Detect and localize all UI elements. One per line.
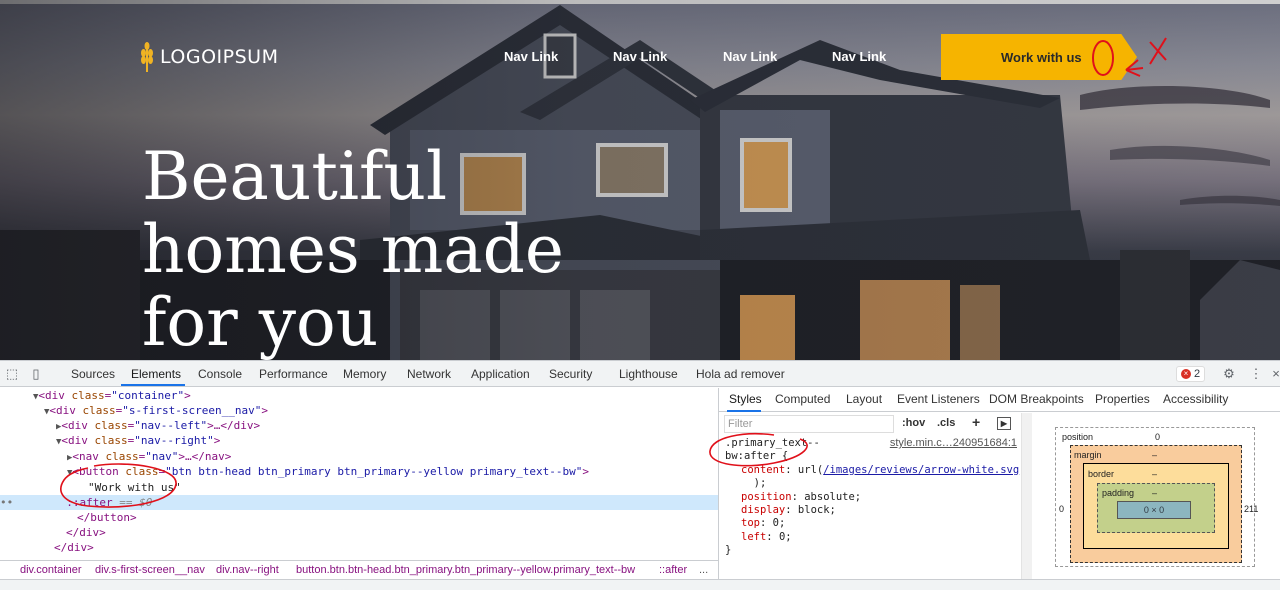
tab-event-listeners[interactable]: Event Listeners [897, 392, 980, 406]
padding-label: padding [1102, 488, 1135, 498]
tab-console[interactable]: Console [198, 367, 242, 381]
new-rule-button[interactable]: + [972, 414, 980, 430]
position-top-value[interactable]: 0 [1155, 432, 1160, 442]
nav-link-4[interactable]: Nav Link [832, 49, 886, 64]
device-toolbar-icon[interactable]: ▯ [28, 366, 44, 382]
tab-hola-ad-remover[interactable]: Hola ad remover [696, 367, 785, 381]
crumb-nav-right[interactable]: div.nav--right [216, 564, 279, 576]
breadcrumb: div.container div.s-first-screen__nav di… [0, 560, 718, 579]
margin-label: margin [1074, 450, 1102, 460]
drawer-strip [0, 579, 1280, 590]
box-model-diagram: position 0 margin – border – padding – 0… [1040, 423, 1272, 573]
dom-close-div-1[interactable]: </div> [66, 525, 106, 540]
wheat-logo-icon [141, 42, 153, 72]
inspect-element-icon[interactable]: ⬚ [4, 366, 20, 382]
dom-node-nav-left[interactable]: ▶<div class="nav--left">…</div> [56, 418, 260, 433]
crumb-after[interactable]: ::after [659, 564, 687, 576]
error-count-badge[interactable]: × 2 [1176, 366, 1206, 382]
decl-display[interactable]: display: block; [719, 504, 1021, 517]
work-with-us-label: Work with us [1001, 49, 1082, 65]
dom-close-button[interactable]: </button> [77, 510, 137, 525]
rule-close-brace: } [725, 544, 732, 557]
toggle-sidebar-icon[interactable]: ▶ [997, 417, 1011, 430]
margin-top-value[interactable]: – [1152, 450, 1157, 460]
border-label: border [1088, 469, 1115, 479]
dom-node-nav-right[interactable]: ▼<div class="nav--right"> [56, 433, 220, 448]
crumb-overflow[interactable]: ... [699, 564, 708, 576]
tab-properties[interactable]: Properties [1095, 392, 1150, 406]
tab-memory[interactable]: Memory [343, 367, 386, 381]
cls-toggle[interactable]: .cls [937, 417, 955, 429]
close-devtools-icon[interactable]: × [1268, 366, 1280, 382]
hero-section: LOGOIPSUM Nav Link Nav Link Nav Link Nav… [0, 0, 1280, 360]
hov-toggle[interactable]: :hov [902, 417, 925, 429]
active-tab-indicator [121, 384, 185, 386]
position-left-value[interactable]: 0 [1059, 504, 1064, 514]
decl-content-close: ); [741, 477, 767, 490]
decl-position[interactable]: position: absolute; [719, 491, 1021, 504]
nav-link-2[interactable]: Nav Link [613, 49, 667, 64]
devtools-panel: ⬚ ▯ Sources Elements Console Performance… [0, 360, 1280, 590]
crumb-container[interactable]: div.container [20, 564, 82, 576]
padding-top-value[interactable]: – [1152, 488, 1157, 498]
styles-tab-indicator [727, 410, 761, 412]
dom-node-container[interactable]: ▼<div class="container"> [33, 388, 191, 403]
tab-dom-breakpoints[interactable]: DOM Breakpoints [989, 392, 1084, 406]
position-right-value[interactable]: 211 [1244, 504, 1258, 514]
styles-scrollbar[interactable] [1021, 413, 1032, 579]
red-circle-annotation-2 [709, 432, 808, 467]
nav-link-3[interactable]: Nav Link [723, 49, 777, 64]
hero-headline: Beautiful homes made for you [142, 138, 564, 360]
position-label: position [1062, 432, 1094, 442]
tab-elements[interactable]: Elements [131, 367, 181, 381]
tab-accessibility[interactable]: Accessibility [1163, 392, 1228, 406]
nav-link-1[interactable]: Nav Link [504, 49, 558, 64]
red-annotation-marks [1092, 37, 1167, 77]
decl-left[interactable]: left: 0; [719, 531, 1021, 544]
crumb-button[interactable]: button.btn.btn-head.btn_primary.btn_prim… [296, 564, 635, 576]
elements-tree: ▼<div class="container"> ▼<div class="s-… [0, 388, 718, 563]
tab-sources[interactable]: Sources [71, 367, 115, 381]
logo[interactable]: LOGOIPSUM [140, 42, 278, 72]
tab-styles[interactable]: Styles [729, 392, 762, 406]
border-top-value[interactable]: – [1152, 469, 1157, 479]
tab-lighthouse[interactable]: Lighthouse [619, 367, 678, 381]
settings-gear-icon[interactable]: ⚙ [1221, 366, 1237, 382]
devtools-tabbar: ⬚ ▯ Sources Elements Console Performance… [0, 361, 1280, 387]
logo-text: LOGOIPSUM [160, 46, 279, 68]
decl-top[interactable]: top: 0; [719, 517, 1021, 530]
tab-layout[interactable]: Layout [846, 392, 882, 406]
box-content[interactable]: 0 × 0 [1117, 501, 1191, 519]
rule-source-link[interactable]: style.min.c…240951684:1 [890, 437, 1017, 450]
tab-application[interactable]: Application [471, 367, 530, 381]
tab-network[interactable]: Network [407, 367, 451, 381]
error-icon: × [1181, 369, 1191, 379]
tab-computed[interactable]: Computed [775, 392, 830, 406]
tab-performance[interactable]: Performance [259, 367, 328, 381]
styles-tabbar: Styles Computed Layout Event Listeners D… [719, 388, 1280, 412]
crumb-first-screen-nav[interactable]: div.s-first-screen__nav [95, 564, 205, 576]
more-options-icon[interactable]: ⋮ [1248, 366, 1264, 382]
tab-security[interactable]: Security [549, 367, 592, 381]
error-count: 2 [1194, 368, 1201, 380]
dom-node-first-screen-nav[interactable]: ▼<div class="s-first-screen__nav"> [44, 403, 268, 418]
red-circle-annotation [60, 463, 177, 508]
dom-close-div-2[interactable]: </div> [54, 540, 94, 555]
